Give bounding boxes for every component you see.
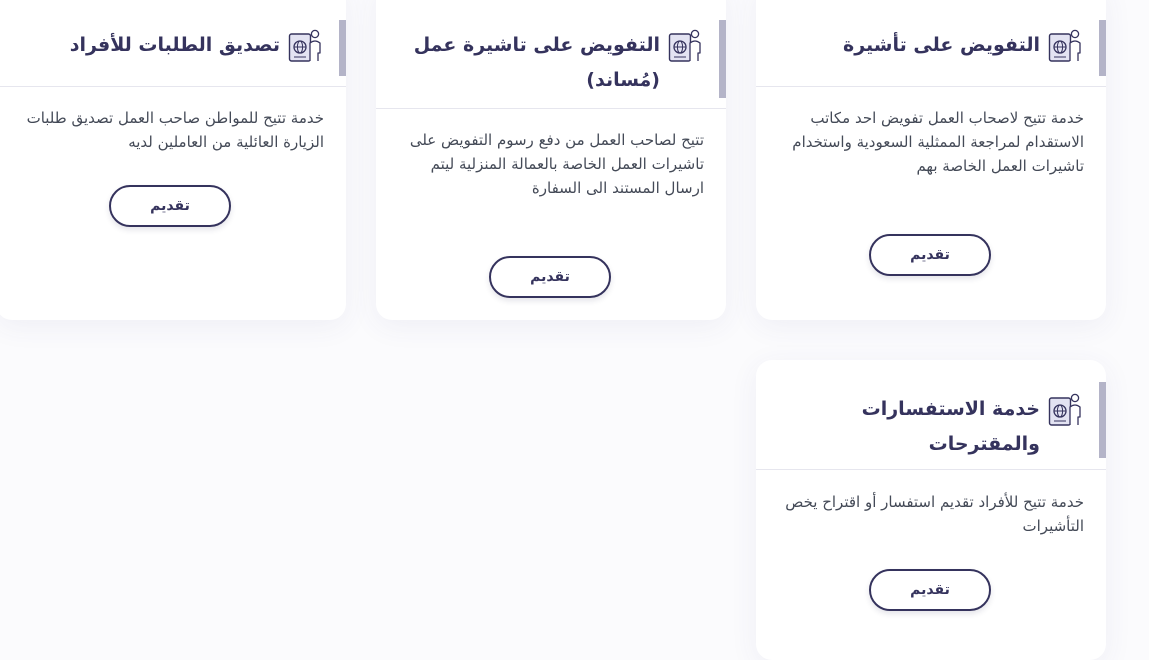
accent-bar — [1099, 382, 1106, 458]
apply-button[interactable]: تقديم — [869, 234, 991, 276]
passport-person-icon — [288, 28, 322, 64]
service-card-visa-delegation: التفويض على تأشيرة خدمة تتيح لاصحاب العم… — [756, 0, 1106, 320]
accent-bar — [339, 20, 346, 76]
card-description: خدمة تتيح للمواطن صاحب العمل تصديق طلبات… — [26, 109, 324, 151]
card-title: التفويض على تأشيرة — [843, 34, 1040, 56]
apply-button[interactable]: تقديم — [109, 185, 231, 227]
card-header: التفويض على تاشيرة عمل (مُساند) — [376, 0, 726, 109]
card-header: التفويض على تأشيرة — [756, 0, 1106, 87]
card-description: خدمة تتيح لاصحاب العمل تفويض احد مكاتب ا… — [792, 109, 1084, 175]
card-title: التفويض على تاشيرة عمل (مُساند) — [413, 34, 660, 91]
service-card-inquiries-suggestions: خدمة الاستفسارات والمقترحات خدمة تتيح لل… — [756, 360, 1106, 660]
service-card-work-visa-delegation-musaned: التفويض على تاشيرة عمل (مُساند) تتيح لصا… — [376, 0, 726, 320]
service-card-request-certification: تصديق الطلبات للأفراد خدمة تتيح للمواطن … — [0, 0, 346, 320]
card-header: تصديق الطلبات للأفراد — [0, 0, 346, 87]
passport-person-icon — [668, 28, 702, 64]
card-description: تتيح لصاحب العمل من دفع رسوم التفويض على… — [409, 131, 704, 197]
accent-bar — [719, 20, 726, 98]
apply-button[interactable]: تقديم — [869, 569, 991, 611]
accent-bar — [1099, 20, 1106, 76]
card-description: خدمة تتيح للأفراد تقديم استفسار أو اقترا… — [785, 493, 1084, 535]
card-title: تصديق الطلبات للأفراد — [69, 34, 280, 56]
card-header: خدمة الاستفسارات والمقترحات — [756, 360, 1106, 470]
passport-person-icon — [1048, 392, 1082, 428]
apply-button[interactable]: تقديم — [489, 256, 611, 298]
passport-person-icon — [1048, 28, 1082, 64]
card-title: خدمة الاستفسارات والمقترحات — [861, 398, 1040, 455]
